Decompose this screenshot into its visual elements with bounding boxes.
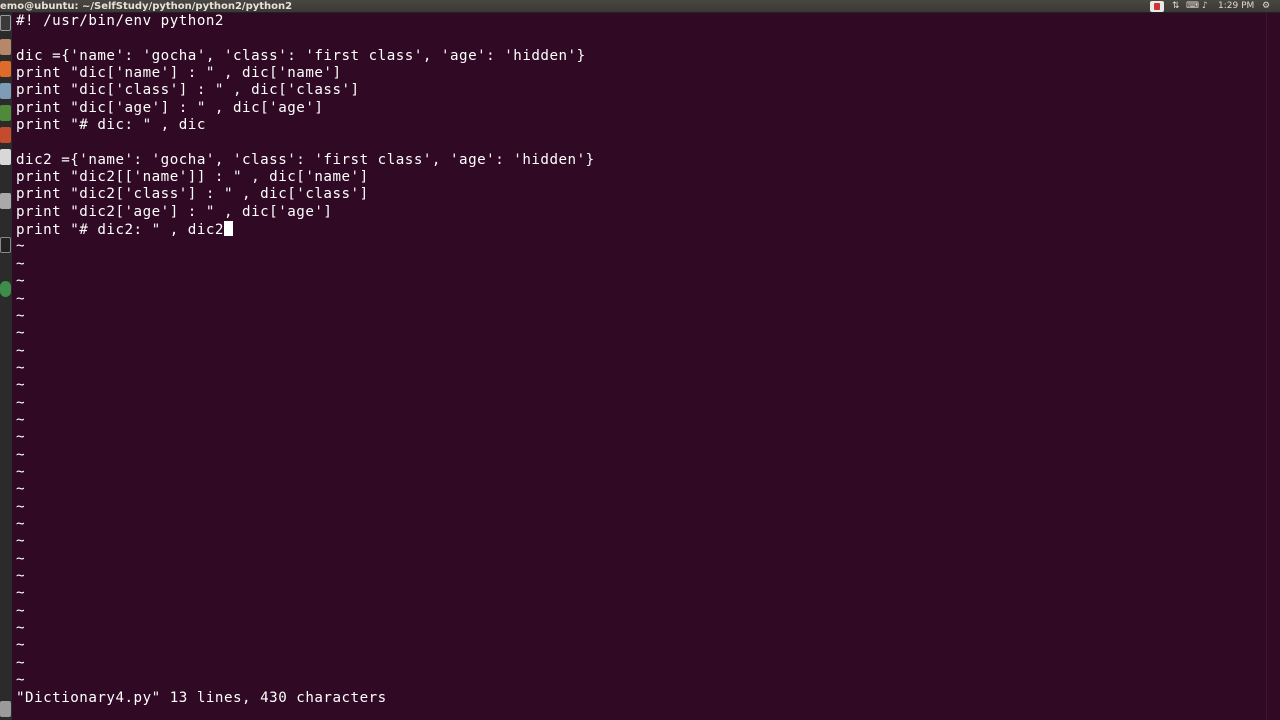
tilde-line: ~ [16, 498, 26, 515]
terminal-icon[interactable] [0, 237, 11, 253]
tilde-line: ~ [16, 359, 26, 376]
terminal-icon[interactable] [0, 15, 11, 31]
scrollbar[interactable] [1266, 13, 1280, 720]
tilde-line: ~ [16, 238, 26, 255]
status-line: "Dictionary4.py" 13 lines, 430 character… [16, 690, 387, 706]
code-line: #! /usr/bin/env python2 [16, 13, 224, 29]
tilde-line: ~ [16, 585, 26, 602]
tilde-line: ~ [16, 533, 26, 550]
tilde-line: ~ [16, 411, 26, 428]
libreoffice-writer-icon[interactable] [0, 105, 11, 121]
tilde-line: ~ [16, 672, 26, 689]
tilde-line: ~ [16, 602, 26, 619]
tilde-line: ~ [16, 273, 26, 290]
software-updater-icon[interactable] [0, 281, 11, 297]
empty-lines: ~ ~ ~ ~ ~ ~ ~ ~ ~ ~ ~ ~ ~ ~ ~ ~ ~ ~ ~ ~ ~ ~ ~ ~ ~ ~ [16, 238, 1266, 689]
vim-editor[interactable]: #! /usr/bin/env python2 dic ={'name': 'g… [16, 13, 1266, 720]
code-line-text: print "# dic2: " , dic2 [16, 222, 224, 239]
code-line: print "dic2['age'] : " , dic['age'] [16, 203, 333, 220]
tilde-line: ~ [16, 515, 26, 532]
tilde-line: ~ [16, 429, 26, 446]
launcher [0, 13, 12, 720]
system-tools-icon[interactable] [0, 193, 11, 209]
tilde-line: ~ [16, 446, 26, 463]
files-icon[interactable] [0, 83, 11, 99]
keyboard-icon[interactable]: ⌨ [1186, 1, 1199, 12]
code-line: print "dic2[['name']] : " , dic['name'] [16, 169, 369, 186]
code-line: print "dic2['class'] : " , dic['class'] [16, 186, 369, 203]
sound-icon[interactable]: ♪ [1202, 1, 1208, 12]
window-title: emo@ubuntu: ~/SelfStudy/python/python2/p… [0, 1, 293, 12]
code-line: print "dic['age'] : " , dic['age'] [16, 99, 324, 116]
tilde-line: ~ [16, 255, 26, 272]
tilde-line: ~ [16, 481, 26, 498]
code-line: print "# dic: " , dic [16, 117, 206, 134]
firefox-icon[interactable] [0, 61, 11, 77]
tilde-line: ~ [16, 377, 26, 394]
text-cursor [223, 221, 233, 237]
tilde-line: ~ [16, 342, 26, 359]
tilde-line: ~ [16, 325, 26, 342]
tilde-line: ~ [16, 654, 26, 671]
transfer-icon[interactable]: ⇅ [1172, 1, 1180, 12]
tilde-line: ~ [16, 463, 26, 480]
code-line-current: print "# dic2: " , dic2 [16, 221, 1266, 238]
clock[interactable]: 1:29 PM [1218, 1, 1254, 12]
tilde-line: ~ [16, 550, 26, 567]
trash-icon[interactable] [0, 701, 11, 717]
tilde-line: ~ [16, 637, 26, 654]
code-line: dic ={'name': 'gocha', 'class': 'first c… [16, 47, 586, 64]
code-line: print "dic['class'] : " , dic['class'] [16, 82, 360, 99]
tilde-line: ~ [16, 394, 26, 411]
tilde-line: ~ [16, 307, 26, 324]
amazon-icon[interactable] [0, 149, 11, 165]
libreoffice-impress-icon[interactable] [0, 127, 11, 143]
tilde-line: ~ [16, 568, 26, 584]
code-line: print "dic['name'] : " , dic['name'] [16, 65, 342, 82]
indicator-icon[interactable] [1150, 1, 1164, 12]
top-panel: emo@ubuntu: ~/SelfStudy/python/python2/p… [0, 0, 1280, 13]
tilde-line: ~ [16, 290, 26, 307]
tilde-line: ~ [16, 620, 26, 637]
gear-icon[interactable]: ⚙ [1262, 1, 1270, 12]
code-line: dic2 ={'name': 'gocha', 'class': 'first … [16, 151, 595, 168]
home-folder-icon[interactable] [0, 39, 11, 55]
